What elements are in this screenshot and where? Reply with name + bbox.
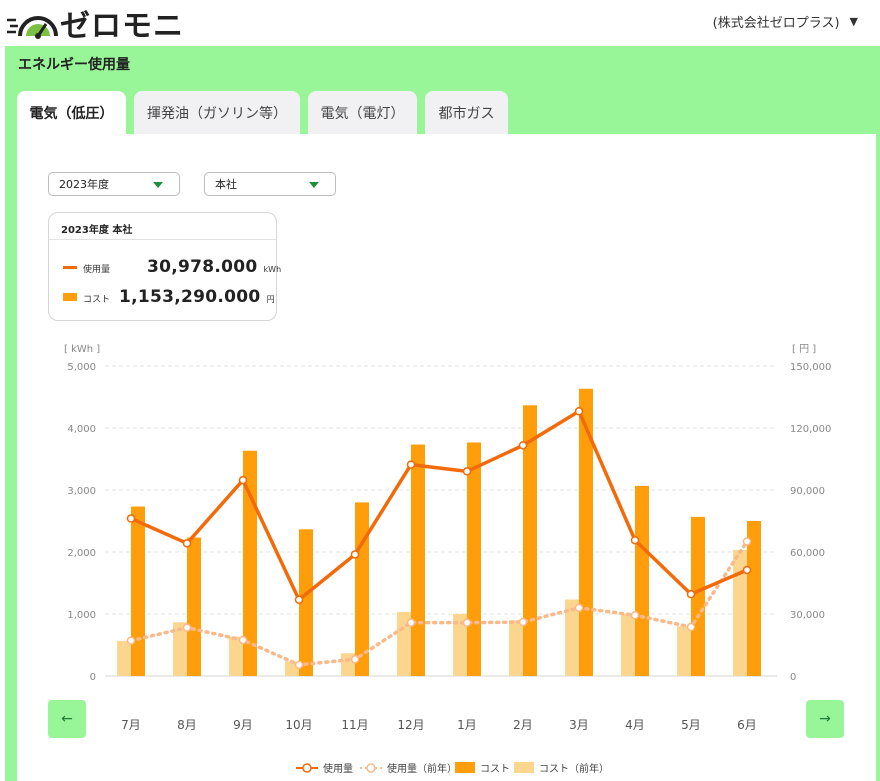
y-tick-label-right: 90,000 (790, 486, 825, 497)
tab-electricity-lighting[interactable]: 電気（電灯） (308, 91, 417, 134)
bar-cost-prev (509, 620, 523, 676)
y-tick-label-right: 150,000 (790, 362, 831, 373)
arrow-left-icon: ← (61, 711, 73, 727)
bar-cost-prev (621, 614, 635, 676)
bar-cost (467, 442, 481, 676)
y-axis-title-left: [ kWh ] (64, 344, 100, 355)
x-tick-label: 6月 (737, 718, 757, 732)
point-usage-prev (406, 618, 416, 627)
legend-marker-usage (302, 763, 312, 773)
legend-swatch-cost (455, 762, 475, 773)
legend-marker-usage-prev (366, 763, 376, 773)
company-menu[interactable]: (株式会社ゼロプラス) ▼ (713, 12, 858, 31)
point-usage (294, 595, 304, 604)
point-usage (574, 407, 584, 416)
bar-cost (187, 537, 201, 676)
x-tick-label: 4月 (625, 718, 645, 732)
x-tick-label: 3月 (569, 718, 589, 732)
point-usage-prev (294, 660, 304, 670)
point-usage-prev (126, 636, 136, 645)
y-tick-label-right: 0 (790, 672, 796, 683)
logo[interactable]: ゼロモニ (6, 4, 184, 44)
y-tick-label-right: 30,000 (790, 610, 825, 621)
point-usage-prev (518, 617, 528, 627)
point-usage-prev (182, 623, 192, 632)
legend-label-usage-prev: 使用量（前年） (387, 762, 457, 775)
y-tick-label-right: 120,000 (790, 424, 831, 435)
app-header: ゼロモニ (株式会社ゼロプラス) ▼ (0, 0, 880, 46)
tab-electricity-low-voltage[interactable]: 電気（低圧） (17, 91, 126, 134)
point-usage (406, 460, 416, 469)
y-tick-label-right: 60,000 (790, 548, 825, 559)
y-tick-label-left: 1,000 (67, 610, 96, 621)
bar-cost-prev (117, 640, 131, 676)
chart-content: 2023年度 本社 2023年度 本社 使用量 30,978.000 kWh コ… (17, 134, 876, 781)
x-tick-label: 10月 (285, 718, 312, 732)
bar-cost (579, 388, 593, 676)
company-name: (株式会社ゼロプラス) (712, 16, 840, 31)
x-tick-label: 5月 (681, 718, 701, 732)
point-usage-prev (574, 603, 584, 613)
legend-swatch-cost-prev (514, 762, 534, 773)
bar-cost (131, 506, 145, 676)
y-tick-label-left: 4,000 (67, 424, 96, 435)
gauge-logo-icon (7, 16, 58, 39)
point-usage-prev (630, 610, 640, 620)
point-usage-prev (462, 618, 472, 627)
logo-text: ゼロモニ (60, 9, 184, 44)
point-usage (126, 514, 136, 523)
x-tick-label: 7月 (121, 718, 141, 732)
x-tick-label: 8月 (177, 718, 197, 732)
legend-label-usage: 使用量 (323, 762, 353, 775)
y-tick-label-left: 2,000 (67, 548, 96, 559)
x-tick-label: 12月 (397, 718, 424, 732)
usage-cost-chart: 5,000 4,000 3,000 2,000 1,000 0 150,000 120,000… (64, 344, 831, 775)
prev-period-button[interactable]: ← (48, 700, 86, 738)
point-usage-prev (350, 655, 360, 664)
point-usage (686, 589, 696, 599)
tab-gasoline[interactable]: 揮発油（ガソリン等） (134, 91, 300, 134)
point-usage (182, 539, 192, 548)
point-usage (518, 441, 528, 450)
y-tick-label-left: 0 (90, 672, 96, 683)
point-usage (238, 475, 248, 485)
next-period-button[interactable]: → (806, 700, 844, 738)
point-usage (630, 535, 640, 545)
point-usage (350, 550, 360, 559)
point-usage (742, 565, 752, 575)
x-tick-label: 1月 (457, 718, 477, 732)
bar-cost (635, 485, 649, 676)
bar-cost (411, 444, 425, 676)
point-usage (462, 467, 472, 476)
legend-label-cost: コスト (480, 764, 510, 775)
bar-cost-prev (677, 626, 691, 676)
point-usage-prev (742, 537, 752, 546)
x-tick-label: 2月 (513, 718, 533, 732)
energy-panel: エネルギー使用量 電気（低圧） 揮発油（ガソリン等） 電気（電灯） 都市ガス 2… (5, 46, 880, 781)
x-tick-label: 9月 (233, 718, 253, 732)
series-line-usage (130, 409, 748, 602)
point-usage-prev (238, 635, 248, 645)
arrow-right-icon: → (819, 711, 831, 727)
y-tick-label-left: 5,000 (67, 362, 96, 373)
tab-city-gas[interactable]: 都市ガス (425, 91, 508, 134)
y-tick-label-left: 3,000 (67, 486, 96, 497)
page-title: エネルギー使用量 (18, 57, 130, 73)
y-axis-title-right: [ 円 ] (792, 344, 816, 355)
point-usage-prev (686, 622, 696, 632)
chevron-down-icon: ▼ (849, 15, 858, 28)
legend-label-cost-prev: コスト（前年） (539, 762, 609, 775)
x-tick-label: 11月 (341, 718, 368, 732)
